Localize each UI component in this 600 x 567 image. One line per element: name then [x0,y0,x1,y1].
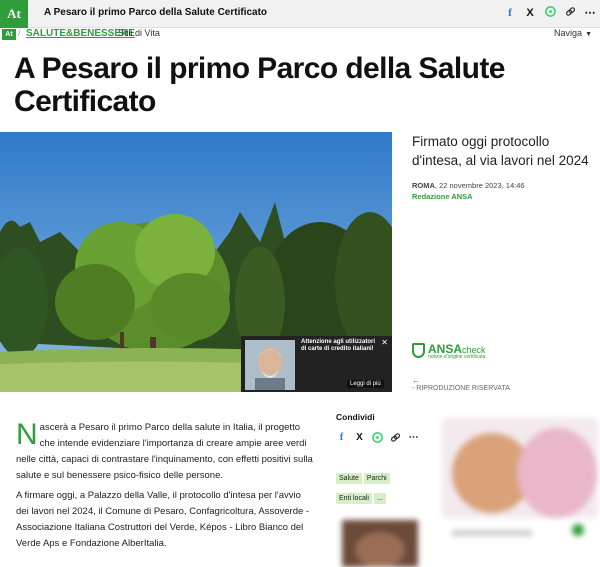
close-icon[interactable]: ✕ [381,338,388,347]
link-icon[interactable] [564,6,576,20]
more-icon[interactable]: ⋯ [408,432,419,444]
shield-check-icon [412,343,425,358]
article-body: Nascerà a Pesaro il primo Parco della sa… [16,420,316,556]
paragraph: Nascerà a Pesaro il primo Parco della sa… [16,420,316,484]
paragraph: A firmare oggi, a Palazzo della Valle, i… [16,490,310,549]
article-headline: A Pesaro il primo Parco della Salute Cer… [14,52,505,118]
dateline-location: ROMA [412,181,435,190]
drop-cap: N [16,418,38,451]
article-author[interactable]: Redazione ANSA [412,192,473,201]
overlay-ad[interactable]: Attenzione agli utilizzatori di carte di… [241,336,392,392]
paragraph-text: ascerà a Pesaro il primo Parco della sal… [16,422,313,481]
x-icon[interactable]: X [524,6,536,20]
small-advertisement[interactable] [342,520,418,567]
sticky-title: A Pesaro il primo Parco della Salute Cer… [44,7,268,18]
more-icon[interactable]: ⋯ [584,6,596,20]
small-logo[interactable]: At [2,29,16,40]
dateline: ROMA, 22 novembre 2023, 14:46 [412,181,525,190]
ad-text: Attenzione agli utilizzatori di carte di… [301,339,376,352]
share-icons: f X ⋯ [336,432,419,444]
top-share-icons: f X ⋯ [504,6,596,20]
ad-thumbnail [245,340,295,390]
tag-list: Salute Parchi Enti locali... [336,467,406,507]
dateline-date: , 22 novembre 2023, 14:46 [434,181,525,190]
breadcrumb: At / SALUTE&BENESSERE / Stili di Vita Na… [0,28,600,42]
side-advertisement[interactable] [442,418,598,558]
article-subtitle: Firmato oggi protocollo d'intesa, al via… [412,134,589,168]
arrow-left-icon[interactable]: ← [412,376,420,385]
breadcrumb-separator: / [18,28,21,38]
facebook-icon[interactable]: f [504,6,516,20]
tag-parchi[interactable]: Parchi [363,473,390,484]
ad-read-more-button[interactable]: Leggi di più [347,380,384,388]
tag-enti-locali[interactable]: Enti locali [336,493,372,504]
x-icon[interactable]: X [354,432,365,444]
tag-more[interactable]: ... [373,493,386,504]
site-logo[interactable]: At [0,0,28,28]
top-bar: At A Pesaro il primo Parco della Salute … [0,0,600,28]
breadcrumb-separator: / [110,28,113,38]
tag-salute[interactable]: Salute [336,473,362,484]
rights-notice: - RIPRODUZIONE RISERVATA [412,385,510,392]
chevron-down-icon: ▼ [585,31,592,38]
ansa-check-tagline: notizie d'origine certificata [428,354,486,360]
whatsapp-icon[interactable] [372,432,383,444]
navigate-menu[interactable]: Naviga ▼ [554,28,592,38]
ansa-check-badge[interactable]: ANSAcheck notizie d'origine certificata [412,342,502,363]
link-icon[interactable] [390,432,401,444]
navigate-label: Naviga [554,28,583,38]
whatsapp-icon[interactable] [544,6,556,20]
share-heading: Condividi [336,412,375,422]
facebook-icon[interactable]: f [336,432,347,444]
breadcrumb-subsection[interactable]: Stili di Vita [118,28,160,38]
